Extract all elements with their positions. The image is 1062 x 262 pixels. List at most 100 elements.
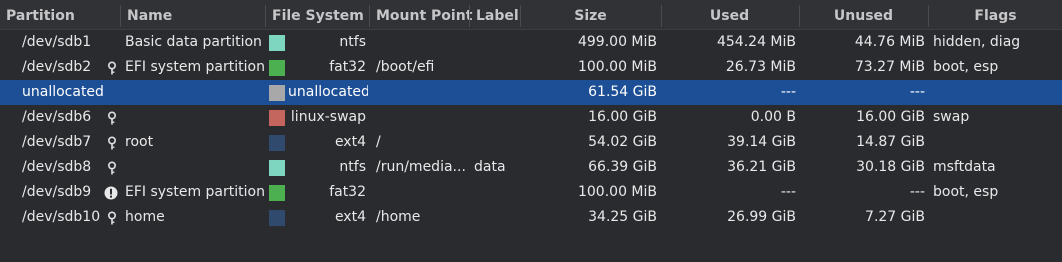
flags-cell: hidden, diag: [933, 34, 1021, 50]
name-cell: EFI system partition: [125, 59, 265, 75]
size-cell: 100.00 MiB: [577, 184, 657, 200]
column-header-mountpoint[interactable]: Mount Point: [376, 0, 472, 30]
column-header-filesystem[interactable]: File System: [272, 0, 364, 30]
mountpoint-cell: [376, 30, 470, 55]
unused-cell: 44.76 MiB: [854, 34, 925, 50]
label-cell: data: [474, 159, 506, 175]
size-cell: 54.02 GiB: [588, 134, 657, 150]
partition-cell: /dev/sdb1: [22, 34, 92, 50]
key-icon: [107, 161, 117, 175]
table-row[interactable]: /dev/sdb2 EFI system partition fat32 /bo…: [0, 55, 1062, 80]
key-icon: [107, 136, 117, 150]
filesystem-color-swatch: [269, 135, 285, 151]
label-cell: [474, 130, 520, 155]
flags-cell: boot, esp: [933, 184, 999, 200]
table-row[interactable]: /dev/sdb1 Basic data partition ntfs 499.…: [0, 30, 1062, 55]
column-separator[interactable]: [265, 5, 266, 27]
filesystem-color-swatch: [269, 160, 285, 176]
mountpoint-cell: [376, 105, 470, 130]
table-header: Partition Name File System Mount Point L…: [0, 0, 1062, 30]
filesystem-cell: fat32: [329, 184, 366, 200]
used-cell: 0.00 B: [750, 109, 796, 125]
name-cell: [125, 105, 267, 130]
filesystem-cell: unallocated: [288, 84, 368, 100]
size-cell: 100.00 MiB: [577, 59, 657, 75]
partition-cell: unallocated: [22, 84, 104, 100]
table-row[interactable]: /dev/sdb6 linux-swap 16.00 GiB 0.00 B 16…: [0, 105, 1062, 130]
flags-cell: swap: [933, 109, 970, 125]
column-header-label[interactable]: Label: [476, 0, 519, 30]
used-cell: 26.99 GiB: [727, 209, 796, 225]
unused-cell: 7.27 GiB: [865, 209, 925, 225]
used-cell: ---: [780, 184, 796, 200]
mountpoint-cell: [376, 80, 470, 105]
flags-cell: [933, 130, 1062, 155]
name-cell: EFI system partition: [125, 184, 265, 200]
flags-cell: msftdata: [933, 159, 996, 175]
key-icon: [107, 61, 117, 75]
used-cell: 26.73 MiB: [725, 59, 796, 75]
used-cell: 36.21 GiB: [727, 159, 796, 175]
filesystem-color-swatch: [269, 85, 285, 101]
filesystem-cell: ntfs: [339, 34, 366, 50]
table-row[interactable]: /dev/sdb8 ntfs /run/media... data 66.39 …: [0, 155, 1062, 180]
label-cell: [474, 55, 520, 80]
unused-cell: 30.18 GiB: [856, 159, 925, 175]
mountpoint-cell: /run/media...: [376, 159, 466, 175]
column-header-used[interactable]: Used: [661, 0, 798, 30]
used-cell: 39.14 GiB: [727, 134, 796, 150]
column-header-flags[interactable]: Flags: [929, 0, 1062, 30]
label-cell: [474, 205, 520, 230]
size-cell: 16.00 GiB: [588, 109, 657, 125]
unused-cell: ---: [909, 84, 925, 100]
size-cell: 499.00 MiB: [577, 34, 657, 50]
table-row[interactable]: /dev/sdb7 root ext4 / 54.02 GiB 39.14 Gi…: [0, 130, 1062, 155]
filesystem-cell: ext4: [334, 134, 366, 150]
mountpoint-cell: /: [376, 134, 381, 150]
column-header-partition[interactable]: Partition: [6, 0, 75, 30]
column-separator[interactable]: [120, 5, 121, 27]
filesystem-cell: fat32: [329, 59, 366, 75]
filesystem-cell: ext4: [334, 209, 366, 225]
column-separator[interactable]: [369, 5, 370, 27]
filesystem-color-swatch: [269, 185, 285, 201]
name-cell: [125, 80, 267, 105]
column-header-unused[interactable]: Unused: [799, 0, 928, 30]
filesystem-cell: linux-swap: [290, 109, 366, 125]
filesystem-color-swatch: [269, 110, 285, 126]
used-cell: 454.24 MiB: [716, 34, 796, 50]
name-cell: Basic data partition: [125, 34, 262, 50]
flags-cell: boot, esp: [933, 59, 999, 75]
mountpoint-cell: [376, 180, 470, 205]
name-cell: home: [125, 209, 165, 225]
name-cell: [125, 155, 267, 180]
partition-table: Partition Name File System Mount Point L…: [0, 0, 1062, 262]
size-cell: 66.39 GiB: [588, 159, 657, 175]
label-cell: [474, 180, 520, 205]
column-header-name[interactable]: Name: [127, 0, 172, 30]
warning-icon: [104, 186, 118, 200]
used-cell: ---: [780, 84, 796, 100]
label-cell: [474, 105, 520, 130]
key-icon: [107, 111, 117, 125]
filesystem-color-swatch: [269, 210, 285, 226]
flags-cell: [933, 80, 1062, 105]
mountpoint-cell: /home: [376, 209, 421, 225]
key-icon: [107, 211, 117, 225]
size-cell: 34.25 GiB: [588, 209, 657, 225]
flags-cell: [933, 205, 1062, 230]
unused-cell: 16.00 GiB: [856, 109, 925, 125]
unused-cell: 73.27 MiB: [854, 59, 925, 75]
mountpoint-cell: /boot/efi: [376, 59, 435, 75]
column-separator[interactable]: [469, 5, 470, 27]
label-cell: [474, 80, 520, 105]
name-cell: root: [125, 134, 154, 150]
filesystem-cell: ntfs: [339, 159, 366, 175]
column-header-size[interactable]: Size: [521, 0, 660, 30]
table-row[interactable]: /dev/sdb10 home ext4 /home 34.25 GiB 26.…: [0, 205, 1062, 230]
table-row-selected[interactable]: unallocated unallocated 61.54 GiB --- --…: [0, 80, 1062, 105]
filesystem-color-swatch: [269, 35, 285, 51]
label-cell: [474, 30, 520, 55]
table-row[interactable]: /dev/sdb9 EFI system partition fat32 100…: [0, 180, 1062, 205]
unused-cell: ---: [909, 184, 925, 200]
